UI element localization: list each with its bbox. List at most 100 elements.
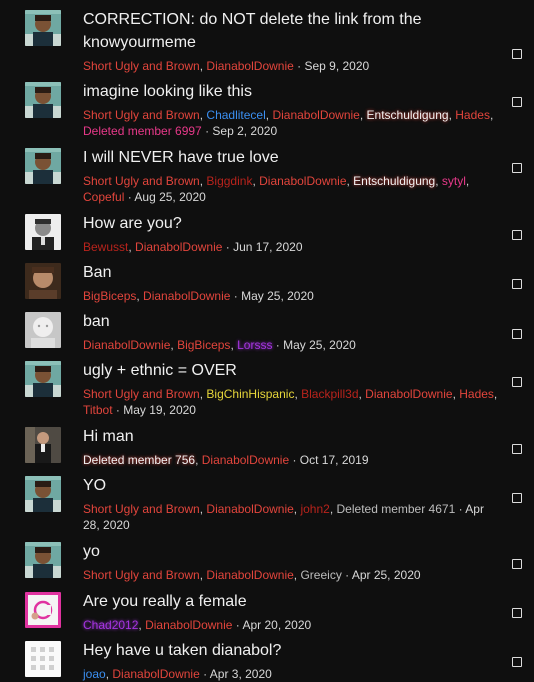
participant-link[interactable]: DianabolDownie — [112, 667, 199, 681]
avatar-pink-letter[interactable] — [25, 592, 61, 628]
participant-link[interactable]: Greeicy — [300, 568, 341, 582]
conversation-meta: Short Ugly and Brown, BigChinHispanic, B… — [83, 387, 498, 417]
conversation-title[interactable]: I will NEVER have true love — [83, 146, 498, 169]
participant-link[interactable]: Entschuldigung — [353, 174, 435, 188]
avatar-man-selfie[interactable] — [25, 148, 61, 184]
avatar-man-selfie[interactable] — [25, 82, 61, 118]
participant-link[interactable]: DianabolDownie — [206, 502, 293, 516]
avatar-white-grid[interactable] — [25, 641, 61, 677]
participant-link[interactable]: BigBiceps — [177, 338, 230, 352]
participant-link[interactable]: Short Ugly and Brown — [83, 502, 200, 516]
avatar-face-photo[interactable] — [25, 263, 61, 299]
conversation-content: Are you really a female Chad2012, Dianabo… — [83, 590, 498, 633]
select-checkbox[interactable] — [512, 279, 522, 289]
select-checkbox[interactable] — [512, 377, 522, 387]
participant-link[interactable]: DianabolDownie — [143, 289, 230, 303]
participant-link[interactable]: Short Ugly and Brown — [83, 387, 200, 401]
select-checkbox[interactable] — [512, 559, 522, 569]
conversation-content: Ban BigBiceps, DianabolDownie · May 25, 2… — [83, 261, 498, 304]
conversation-meta: joao, DianabolDownie · Apr 3, 2020 — [83, 667, 272, 681]
participant-link[interactable]: Chadlitecel — [206, 108, 265, 122]
participant-link[interactable]: DianabolDownie — [272, 108, 359, 122]
participant-link[interactable]: Entschuldigung — [367, 108, 449, 122]
participant-link[interactable]: Copeful — [83, 190, 124, 204]
select-checkbox[interactable] — [512, 163, 522, 173]
participant-link[interactable]: sytyl — [442, 174, 466, 188]
avatar-pale-face[interactable] — [25, 312, 61, 348]
conversation-date: Aug 25, 2020 — [134, 190, 206, 204]
conversation-title[interactable]: yo — [83, 540, 498, 563]
conversation-content: I will NEVER have true love Short Ugly an… — [83, 146, 498, 205]
conversation-content: Hey have u taken dianabol? joao, Dianabol… — [83, 639, 498, 682]
participant-link[interactable]: Chad2012 — [83, 618, 138, 632]
conversation-date: May 19, 2020 — [123, 403, 196, 417]
conversation-title[interactable]: Are you really a female — [83, 590, 498, 613]
conversation-date: May 25, 2020 — [241, 289, 314, 303]
conversation-content: YO Short Ugly and Brown, DianabolDownie, … — [83, 474, 498, 533]
conversation-title[interactable]: ugly + ethnic = OVER — [83, 359, 498, 382]
conversation-content: Hi man Deleted member 756, DianabolDownie… — [83, 425, 498, 468]
participant-link[interactable]: DianabolDownie — [259, 174, 346, 188]
participant-link[interactable]: Short Ugly and Brown — [83, 108, 200, 122]
conversation-date: May 25, 2020 — [283, 338, 356, 352]
participant-link[interactable]: joao — [83, 667, 106, 681]
avatar-man-selfie[interactable] — [25, 542, 61, 578]
participant-link[interactable]: Deleted member 6997 — [83, 124, 202, 138]
conversation-meta: Chad2012, DianabolDownie · Apr 20, 2020 — [83, 618, 312, 632]
participant-link[interactable]: Biggdink — [206, 174, 252, 188]
participant-link[interactable]: john2 — [300, 502, 329, 516]
conversation-title[interactable]: YO — [83, 474, 498, 497]
participant-link[interactable]: Lorsss — [237, 338, 272, 352]
select-checkbox[interactable] — [512, 493, 522, 503]
participant-link[interactable]: Short Ugly and Brown — [83, 568, 200, 582]
select-checkbox[interactable] — [512, 329, 522, 339]
participant-link[interactable]: DianabolDownie — [135, 240, 222, 254]
avatar-man-selfie[interactable] — [25, 361, 61, 397]
participant-link[interactable]: DianabolDownie — [365, 387, 452, 401]
select-checkbox[interactable] — [512, 608, 522, 618]
avatar-man-selfie[interactable] — [25, 476, 61, 512]
participant-link[interactable]: DianabolDownie — [202, 453, 289, 467]
conversation-date: Apr 25, 2020 — [351, 568, 421, 582]
conversation-meta: Deleted member 756, DianabolDownie · Oct… — [83, 453, 369, 467]
participant-link[interactable]: Short Ugly and Brown — [83, 59, 200, 73]
select-checkbox[interactable] — [512, 444, 522, 454]
select-checkbox[interactable] — [512, 97, 522, 107]
conversation-date: Oct 17, 2019 — [299, 453, 369, 467]
conversation-meta: Short Ugly and Brown, Chadlitecel, Diana… — [83, 108, 494, 138]
conversation-title[interactable]: Hey have u taken dianabol? — [83, 639, 498, 662]
participant-link[interactable]: Titbot — [83, 403, 113, 417]
conversation-meta: Short Ugly and Brown, Biggdink, Dianabol… — [83, 174, 470, 204]
avatar-man-selfie[interactable] — [25, 10, 61, 46]
conversation-content: How are you? Bewusst, DianabolDownie · Ju… — [83, 212, 498, 255]
conversation-title[interactable]: How are you? — [83, 212, 498, 235]
participant-link[interactable]: Hades — [455, 108, 490, 122]
conversation-title[interactable]: Hi man — [83, 425, 498, 448]
conversation-content: ban DianabolDownie, BigBiceps, Lorsss · M… — [83, 310, 498, 353]
conversation-title[interactable]: imagine looking like this — [83, 80, 498, 103]
participant-link[interactable]: DianabolDownie — [206, 568, 293, 582]
conversation-date: Sep 9, 2020 — [304, 59, 370, 73]
conversation-title[interactable]: CORRECTION: do NOT delete the link from … — [83, 8, 498, 54]
participant-link[interactable]: Blackpill3d — [301, 387, 358, 401]
select-checkbox[interactable] — [512, 230, 522, 240]
conversation-meta: Bewusst, DianabolDownie · Jun 17, 2020 — [83, 240, 303, 254]
participant-link[interactable]: DianabolDownie — [83, 338, 170, 352]
conversation-date: Sep 2, 2020 — [212, 124, 278, 138]
participant-link[interactable]: BigChinHispanic — [206, 387, 294, 401]
participant-link[interactable]: DianabolDownie — [206, 59, 293, 73]
participant-link[interactable]: Deleted member 756 — [83, 453, 195, 467]
select-checkbox[interactable] — [512, 49, 522, 59]
conversation-date: Apr 20, 2020 — [242, 618, 312, 632]
avatar-suit-man[interactable] — [25, 427, 61, 463]
participant-link[interactable]: BigBiceps — [83, 289, 136, 303]
participant-link[interactable]: Deleted member 4671 — [337, 502, 456, 516]
select-checkbox[interactable] — [512, 657, 522, 667]
participant-link[interactable]: Bewusst — [83, 240, 128, 254]
conversation-title[interactable]: Ban — [83, 261, 498, 284]
participant-link[interactable]: DianabolDownie — [145, 618, 232, 632]
participant-link[interactable]: Short Ugly and Brown — [83, 174, 200, 188]
conversation-title[interactable]: ban — [83, 310, 498, 333]
avatar-bw-portrait[interactable] — [25, 214, 61, 250]
participant-link[interactable]: Hades — [459, 387, 494, 401]
